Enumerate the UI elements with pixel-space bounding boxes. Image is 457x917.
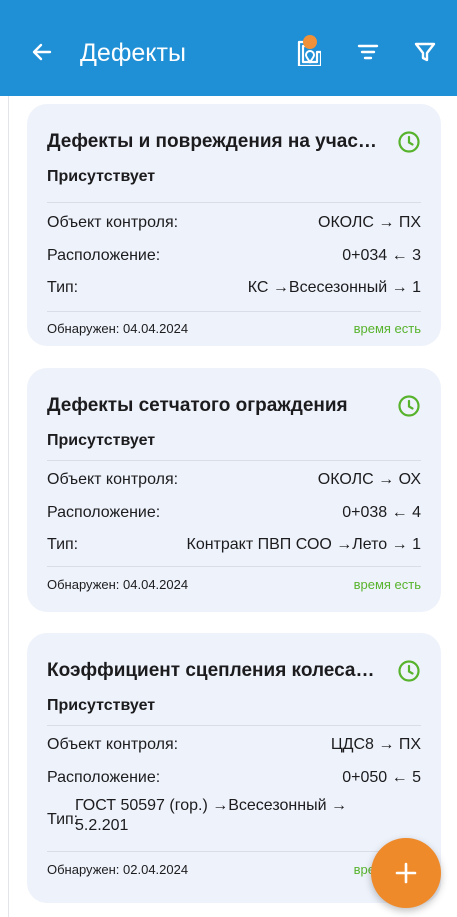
- location-value: 0+050 ← 5: [342, 769, 421, 786]
- location-label: Расположение:: [47, 504, 161, 521]
- plus-icon: [395, 862, 417, 884]
- card-header: Дефекты и повреждения на участке: [47, 128, 421, 158]
- clock-icon: [398, 660, 420, 682]
- defect-title: Дефекты сетчатого ограждения: [47, 395, 348, 416]
- object-label: Объект контроля:: [47, 214, 179, 231]
- object-value: ОКОЛС → ПХ: [318, 214, 421, 231]
- found-date: Обнаружен: 02.04.2024: [47, 862, 189, 877]
- sort-button[interactable]: [352, 36, 384, 68]
- type-label: Тип:: [47, 279, 79, 296]
- time-status: время есть: [353, 321, 421, 336]
- divider: [47, 202, 421, 203]
- location-value: 0+038 ← 4: [342, 504, 421, 521]
- defect-card[interactable]: Дефекты сетчатого ограждения Присутствуе…: [27, 368, 441, 612]
- type-value: Контракт ПВП СОО →Лето → 1: [186, 536, 422, 553]
- divider: [47, 566, 421, 567]
- divider: [47, 851, 421, 852]
- defect-title: Коэффициент сцепления колеса с покрытием: [47, 660, 377, 681]
- card-header: Дефекты сетчатого ограждения: [47, 392, 421, 422]
- defect-title: Дефекты и повреждения на участке: [47, 131, 377, 152]
- type-row: Тип: ГОСТ 50597 (гор.) →Всесезонный → 5.…: [47, 796, 421, 842]
- object-row: Объект контроля: ОКОЛС → ОХ: [47, 468, 421, 492]
- defect-card[interactable]: Дефекты и повреждения на участке Присутс…: [27, 104, 441, 346]
- clock-icon: [398, 395, 420, 417]
- page-title: Дефекты: [80, 39, 186, 67]
- funnel-icon: [414, 42, 436, 62]
- object-row: Объект контроля: ЦДС8 → ПХ: [47, 733, 421, 757]
- location-row: Расположение: 0+034 ← 3: [47, 244, 421, 268]
- defect-status: Присутствует: [47, 432, 156, 449]
- object-label: Объект контроля:: [47, 736, 179, 753]
- app-bar: Дефекты: [0, 0, 457, 96]
- defect-status: Присутствует: [47, 168, 156, 185]
- object-value: ЦДС8 → ПХ: [330, 736, 421, 753]
- location-row: Расположение: 0+038 ← 4: [47, 501, 421, 525]
- type-row: Тип: КС →Всесезонный → 1: [47, 276, 421, 300]
- type-value: КС →Всесезонный → 1: [247, 279, 421, 296]
- sort-lines-icon: [357, 44, 379, 60]
- card-header: Коэффициент сцепления колеса с покрытием: [47, 657, 421, 687]
- type-value: ГОСТ 50597 (гор.) →Всесезонный → 5.2.201: [75, 797, 347, 834]
- found-date: Обнаружен: 04.04.2024: [47, 577, 189, 592]
- divider: [47, 311, 421, 312]
- add-defect-button[interactable]: [371, 838, 441, 908]
- list-divider: [8, 96, 9, 917]
- defect-status: Присутствует: [47, 697, 156, 714]
- found-date: Обнаружен: 04.04.2024: [47, 321, 189, 336]
- clock-icon: [398, 131, 420, 153]
- location-label: Расположение:: [47, 769, 161, 786]
- notification-badge: [303, 35, 317, 49]
- divider: [47, 725, 421, 726]
- location-label: Расположение:: [47, 247, 161, 264]
- type-label: Тип:: [47, 536, 79, 553]
- type-label: Тип:: [47, 811, 79, 828]
- object-row: Объект контроля: ОКОЛС → ПХ: [47, 211, 421, 235]
- divider: [47, 460, 421, 461]
- filter-button[interactable]: [409, 36, 441, 68]
- back-button[interactable]: [26, 36, 58, 68]
- time-status: время есть: [353, 577, 421, 592]
- object-label: Объект контроля:: [47, 471, 179, 488]
- location-row: Расположение: 0+050 ← 5: [47, 766, 421, 790]
- arrow-left-icon: [32, 43, 52, 61]
- location-value: 0+034 ← 3: [342, 247, 421, 264]
- object-value: ОКОЛС → ОХ: [317, 471, 421, 488]
- type-row: Тип: Контракт ПВП СОО →Лето → 1: [47, 533, 421, 557]
